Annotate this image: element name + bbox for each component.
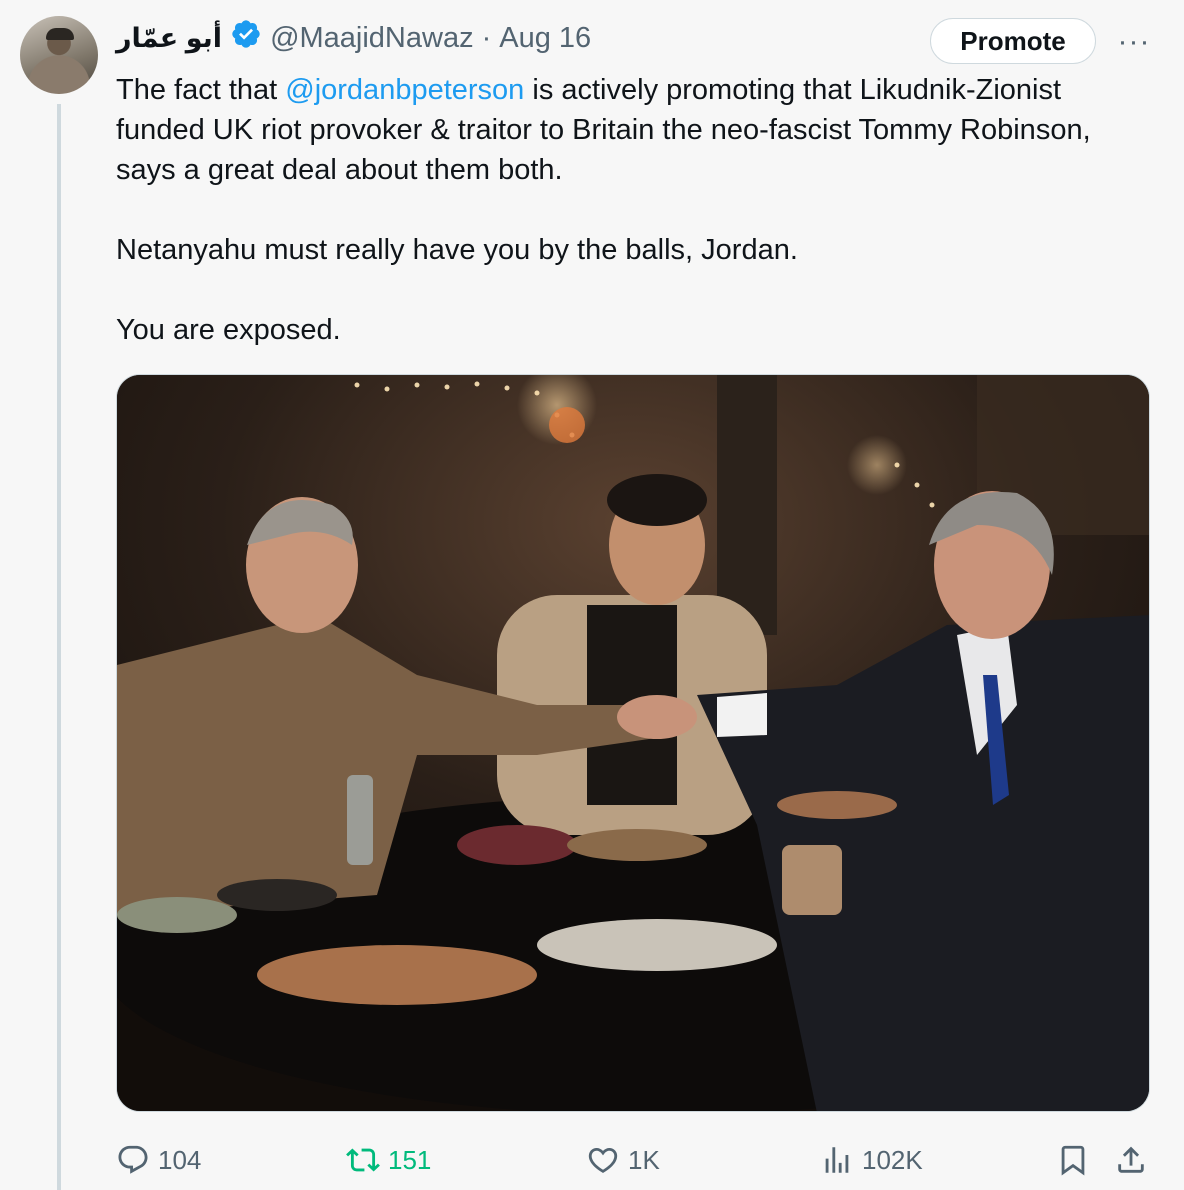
analytics-icon — [825, 1147, 849, 1173]
avatar-cap — [46, 28, 74, 40]
views-count: 102K — [862, 1144, 923, 1175]
share-icon — [1118, 1146, 1144, 1173]
like-count: 1K — [628, 1144, 660, 1175]
action-bar: 104 151 1K 102K — [116, 1136, 1156, 1184]
bookmark-icon — [1061, 1145, 1085, 1176]
heart-icon — [588, 1147, 618, 1173]
share-button[interactable] — [1114, 1136, 1148, 1184]
reply-icon — [118, 1145, 148, 1174]
bookmark-button[interactable] — [1056, 1136, 1090, 1184]
more-options-icon[interactable]: ··· — [1114, 22, 1154, 62]
thread-line — [57, 104, 61, 1190]
photo-illustration — [117, 375, 1149, 1111]
reply-count: 104 — [158, 1144, 202, 1175]
text-prefix: The fact that — [116, 74, 286, 106]
retweet-button[interactable]: 151 — [346, 1136, 431, 1184]
mention-link[interactable]: @jordanbpeterson — [285, 74, 524, 106]
tweet-paragraph-3: You are exposed. — [116, 314, 341, 346]
reply-button[interactable]: 104 — [116, 1136, 201, 1184]
retweet-icon — [346, 1148, 380, 1172]
tweet-header: أبو عمّار @MaajidNawaz · Aug 16 — [116, 18, 591, 58]
promote-button[interactable]: Promote — [930, 18, 1096, 64]
tweet-text: The fact that @jordanbpeterson is active… — [116, 70, 1156, 350]
tweet-paragraph-1: The fact that @jordanbpeterson is active… — [116, 70, 1156, 190]
handle[interactable]: @MaajidNawaz — [270, 22, 474, 55]
like-button[interactable]: 1K — [586, 1136, 660, 1184]
separator-dot: · — [481, 21, 492, 54]
tweet-photo[interactable] — [116, 374, 1150, 1112]
avatar[interactable] — [20, 16, 98, 94]
retweet-count: 151 — [388, 1144, 432, 1175]
display-name[interactable]: أبو عمّار — [116, 23, 222, 54]
views-button[interactable]: 102K — [820, 1136, 923, 1184]
tweet-date[interactable]: Aug 16 — [499, 22, 591, 55]
verified-badge-icon[interactable] — [230, 18, 262, 58]
tweet-paragraph-2: Netanyahu must really have you by the ba… — [116, 234, 798, 266]
